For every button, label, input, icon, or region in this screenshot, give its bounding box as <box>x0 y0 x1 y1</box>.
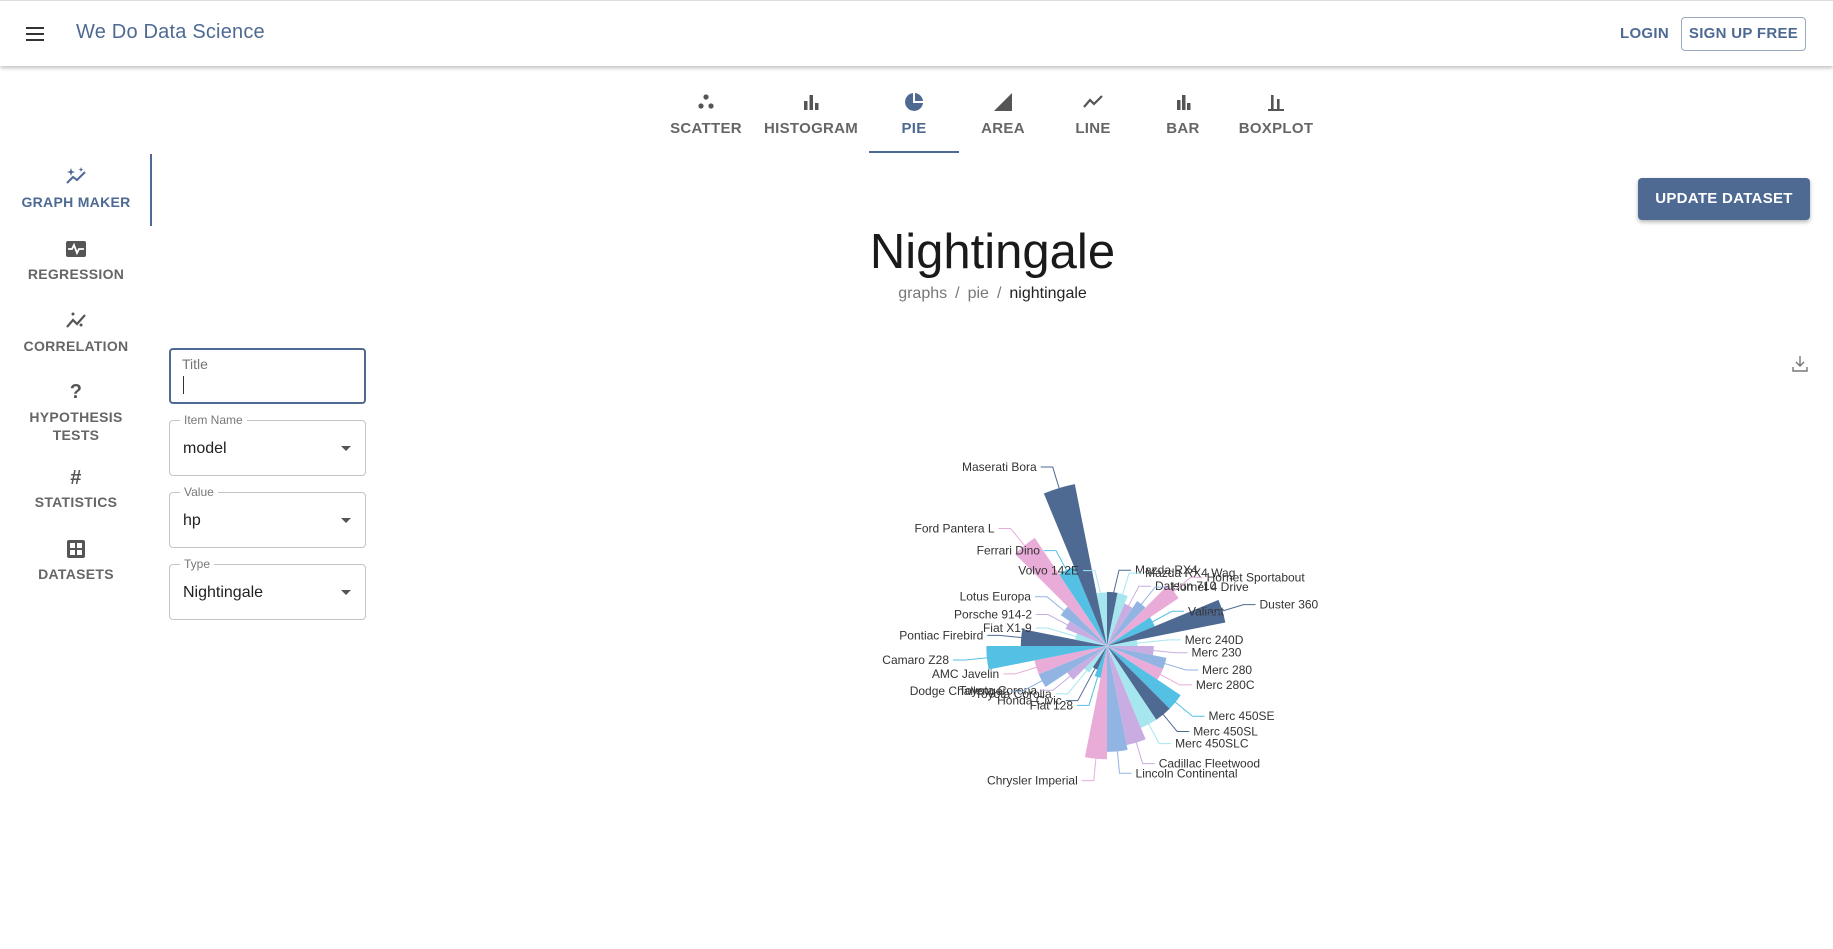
sidebar-item-correlation[interactable]: CORRELATION <box>0 310 152 354</box>
tab-area[interactable]: AREA <box>968 90 1038 154</box>
type-label: Type <box>180 557 215 571</box>
app-bar: We Do Data Science LOGIN SIGN UP FREE <box>0 0 1833 66</box>
slice-label: Ferrari Dino <box>977 544 1041 558</box>
slice-label: Hornet Sportabout <box>1207 570 1306 584</box>
slice-label: Dodge Challenger <box>910 684 1007 698</box>
sidebar-item-label: CORRELATION <box>23 338 129 354</box>
active-tab-indicator <box>869 151 959 153</box>
boxplot-icon <box>1268 95 1284 111</box>
tab-label: HISTOGRAM <box>764 120 859 137</box>
tab-label: BOXPLOT <box>1238 120 1314 137</box>
slice-label: Camaro Z28 <box>882 653 949 667</box>
sidebar-item-hypothesis-tests[interactable]: ? HYPOTHESIS TESTS <box>0 380 152 444</box>
slice-label: Volvo 142E <box>1018 564 1079 578</box>
slice-label: Lincoln Continental <box>1136 766 1238 780</box>
tab-histogram[interactable]: HISTOGRAM <box>764 90 858 154</box>
tab-label: PIE <box>901 120 927 137</box>
trend-icon <box>66 312 86 328</box>
dropdown-arrow-icon <box>341 446 351 451</box>
slice-label: Maserati Bora <box>962 460 1037 474</box>
pie-icon <box>905 93 923 111</box>
brand-title[interactable]: We Do Data Science <box>76 21 265 44</box>
monitor-heart-icon <box>66 241 86 257</box>
value-label: Value <box>180 485 218 499</box>
tab-scatter[interactable]: SCATTER <box>668 90 744 154</box>
tab-boxplot[interactable]: BOXPLOT <box>1238 90 1314 154</box>
bar-icon <box>1177 95 1191 110</box>
breadcrumb: graphs / pie / nightingale <box>898 285 1087 302</box>
title-input[interactable] <box>182 356 352 372</box>
item-name-select[interactable]: Item Name model <box>169 413 366 476</box>
label-leader-line <box>1131 639 1181 645</box>
slice-label: AMC Javelin <box>932 667 999 681</box>
sidebar-item-graph-maker[interactable]: GRAPH MAKER <box>0 166 152 210</box>
slice-label: Lotus Europa <box>960 590 1032 604</box>
page-title: Nightingale <box>869 225 1116 279</box>
item-name-label: Item Name <box>180 413 247 427</box>
tab-line[interactable]: LINE <box>1058 90 1128 154</box>
menu-icon[interactable] <box>20 21 50 47</box>
breadcrumb-pie[interactable]: pie <box>968 285 989 302</box>
tab-label: SCATTER <box>670 120 742 137</box>
slice-label: Merc 280C <box>1196 678 1255 692</box>
tab-label: AREA <box>981 120 1025 137</box>
tab-pie[interactable]: PIE <box>869 90 959 154</box>
title-field[interactable] <box>169 348 366 404</box>
update-dataset-button[interactable]: UPDATE DATASET <box>1638 178 1810 220</box>
sidebar-item-datasets[interactable]: DATASETS <box>0 538 152 582</box>
nightingale-chart: Mazda RX4Mazda RX4 WagDatsun 710Hornet 4… <box>882 460 1319 788</box>
sidebar-item-label: HYPOTHESIS TESTS <box>29 409 123 443</box>
value-select[interactable]: Value hp <box>169 485 366 548</box>
type-value: Nightingale <box>183 584 264 601</box>
sparkle-chart-icon <box>66 167 86 184</box>
sidebar-item-regression[interactable]: REGRESSION <box>0 238 152 282</box>
hash-icon: # <box>70 467 81 488</box>
scatter-icon <box>698 94 714 109</box>
signup-button[interactable]: SIGN UP FREE <box>1681 17 1806 51</box>
value-value: hp <box>183 512 201 529</box>
dropdown-arrow-icon <box>341 518 351 523</box>
login-button[interactable]: LOGIN <box>1620 25 1669 42</box>
grid-icon <box>67 540 85 558</box>
slice-label: Fiat X1-9 <box>983 621 1032 635</box>
tab-bar[interactable]: BAR <box>1148 90 1218 154</box>
slice-label: Chrysler Imperial <box>987 774 1078 788</box>
dropdown-arrow-icon <box>341 590 351 595</box>
sidebar-item-label: REGRESSION <box>27 266 125 282</box>
type-select[interactable]: Type Nightingale <box>169 557 366 620</box>
breadcrumb-current: nightingale <box>1009 285 1087 302</box>
question-icon: ? <box>70 381 83 402</box>
slice-label: Merc 450SLC <box>1175 737 1249 751</box>
item-name-value: model <box>183 440 227 457</box>
slice-label: Merc 280 <box>1202 663 1252 677</box>
slice-label: Duster 360 <box>1260 598 1319 612</box>
active-sidebar-indicator <box>150 154 152 226</box>
tab-label: BAR <box>1166 120 1200 137</box>
svg-text:#: # <box>70 467 81 488</box>
text-caret <box>183 376 184 394</box>
slice-label: Porsche 914-2 <box>954 608 1032 622</box>
download-icon[interactable] <box>1791 354 1809 374</box>
svg-text:?: ? <box>70 381 83 402</box>
slice-label: Ford Pantera L <box>915 521 995 535</box>
breadcrumb-graphs[interactable]: graphs <box>898 285 947 302</box>
slice-label: Merc 450SE <box>1209 709 1275 723</box>
slice-label: Pontiac Firebird <box>899 628 983 642</box>
sidebar-item-label: GRAPH MAKER <box>21 194 131 210</box>
sidebar-item-label: DATASETS <box>38 566 114 582</box>
line-icon <box>1083 95 1103 108</box>
sidebar-item-statistics[interactable]: # STATISTICS <box>0 466 152 510</box>
histogram-icon <box>804 95 819 110</box>
tab-label: LINE <box>1075 120 1111 137</box>
slice-label: Merc 230 <box>1191 646 1241 660</box>
sidebar-item-label: STATISTICS <box>34 494 118 510</box>
area-icon <box>994 93 1012 111</box>
